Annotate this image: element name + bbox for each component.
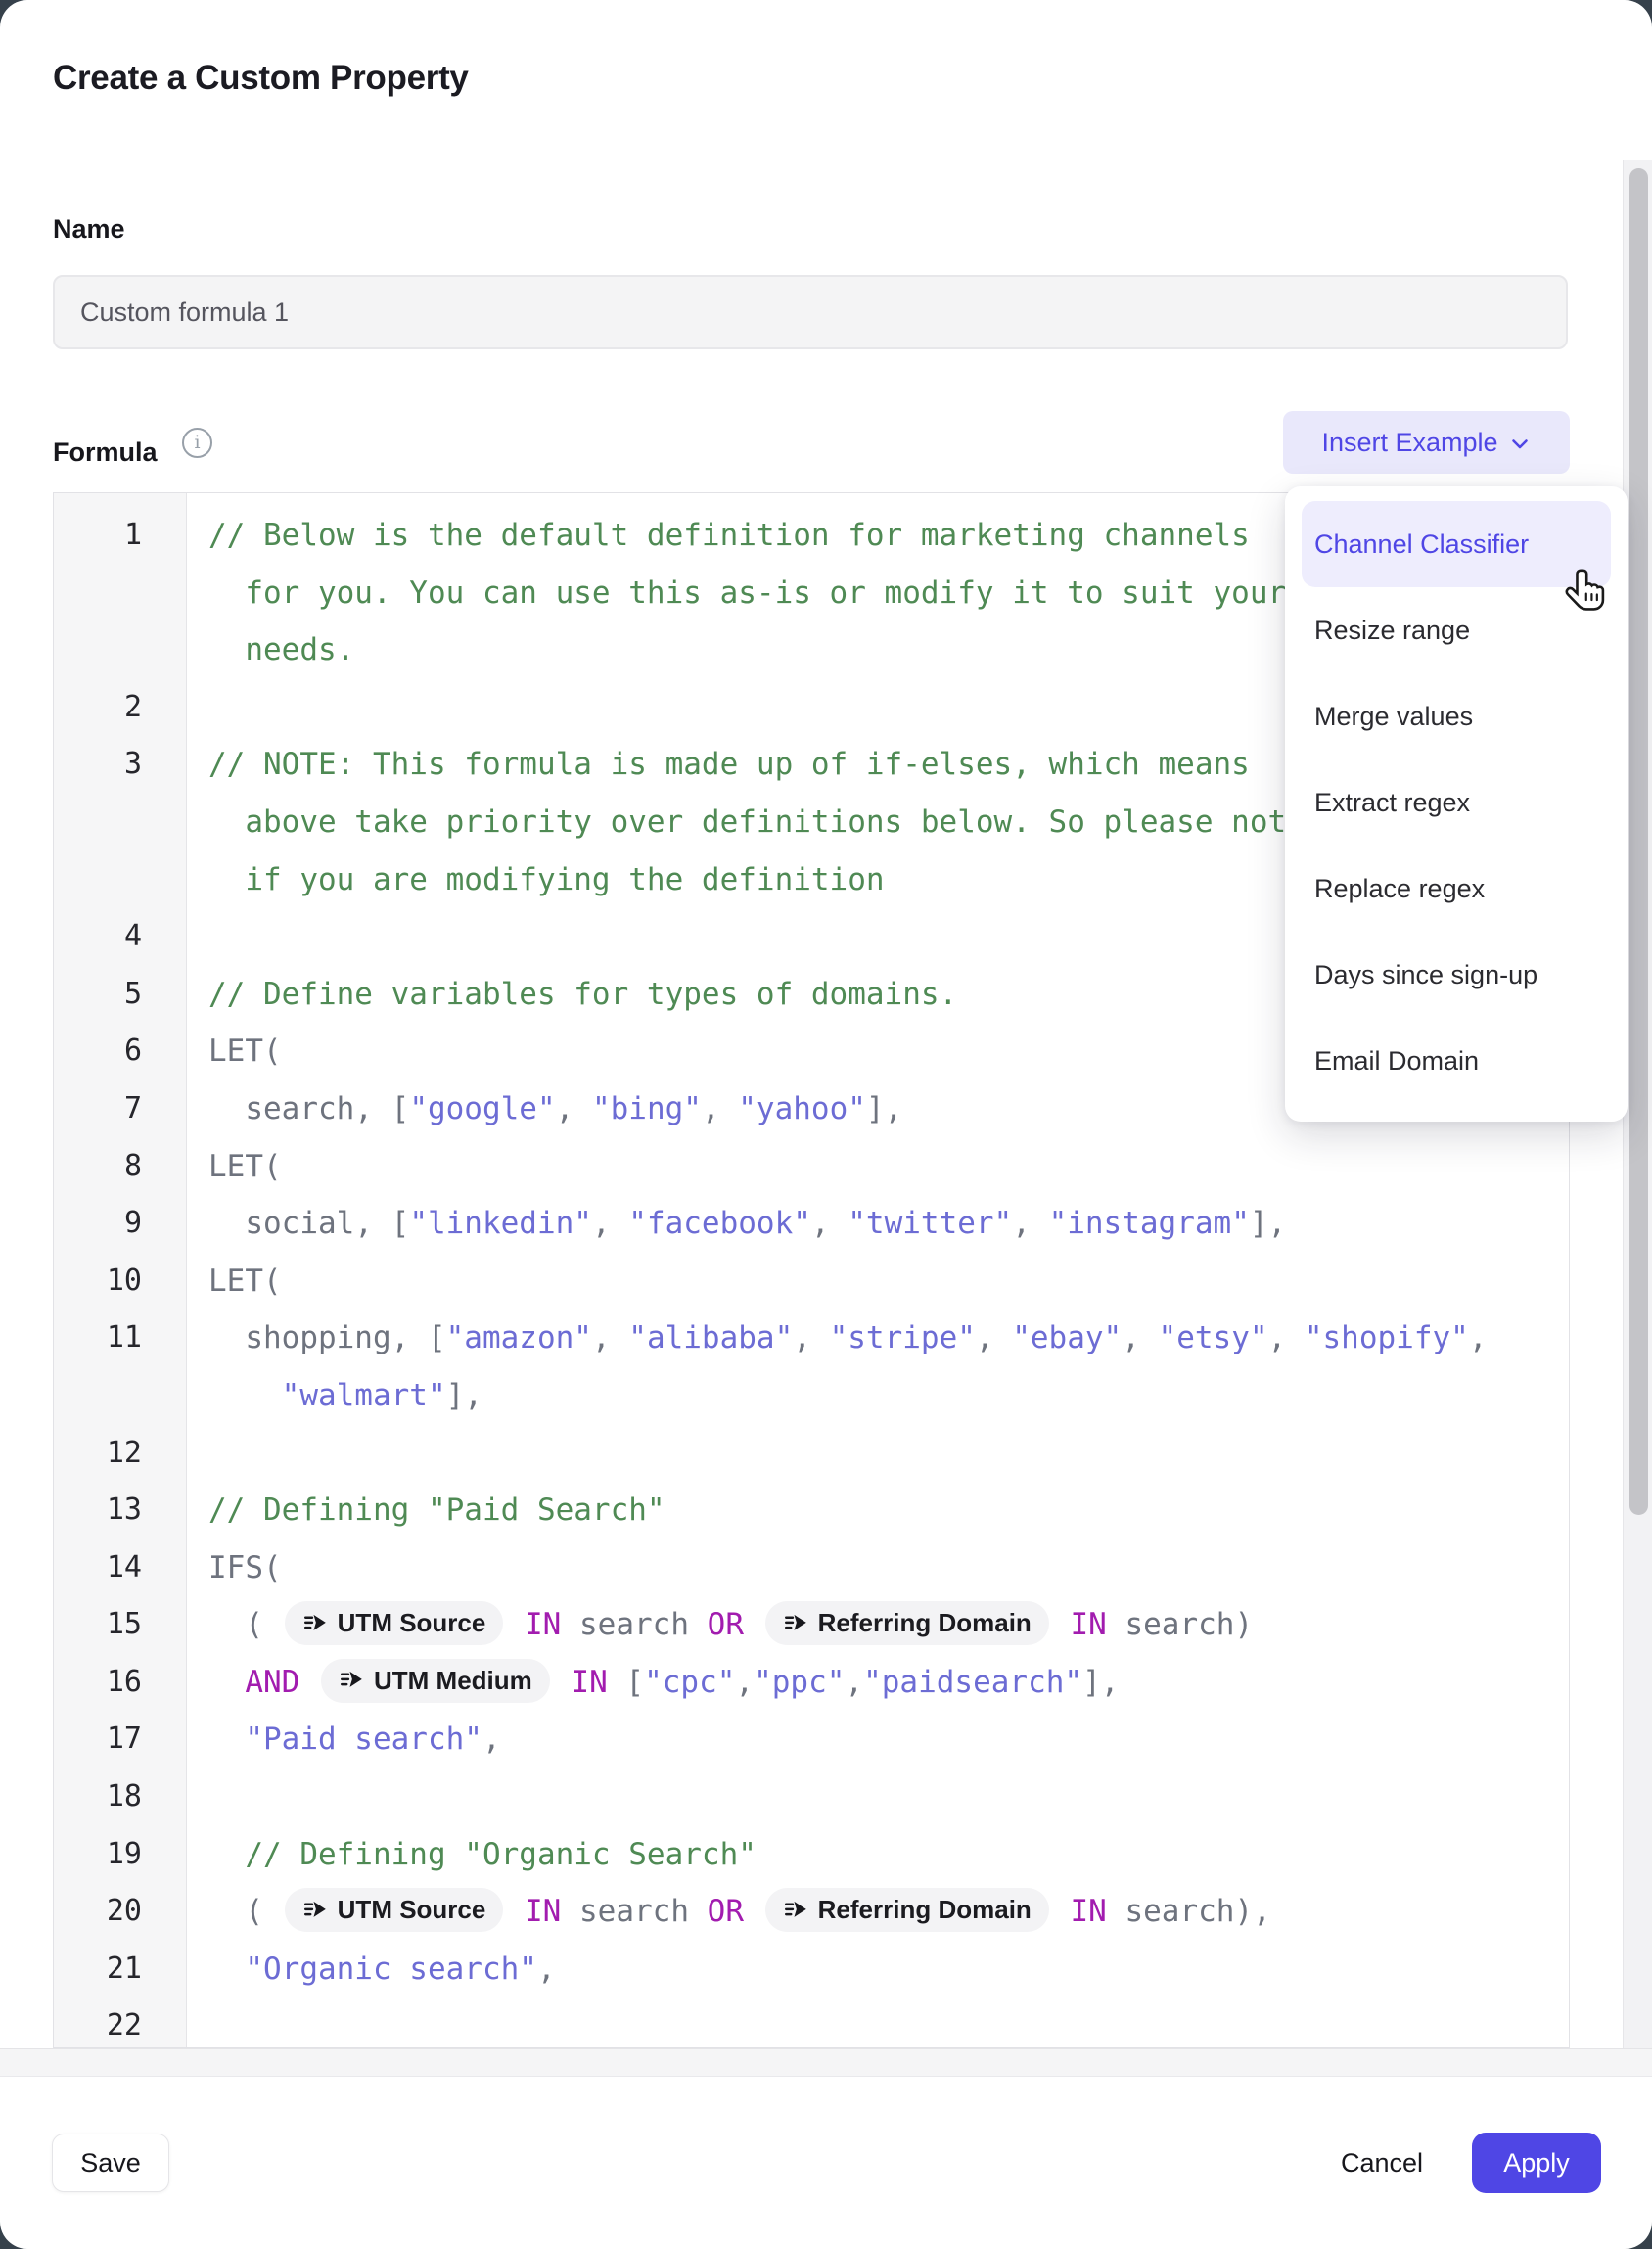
code-row: 22: [54, 1997, 1569, 2048]
line-number: [54, 565, 187, 622]
code-row: 10LET(: [54, 1253, 1569, 1310]
property-icon: [339, 1668, 364, 1693]
code-row: 8LET(: [54, 1138, 1569, 1196]
line-number: [54, 621, 187, 679]
line-number: 17: [54, 1711, 187, 1768]
property-icon: [302, 1898, 328, 1923]
code-line[interactable]: "Organic search",: [187, 1941, 1569, 1998]
info-icon[interactable]: i: [182, 428, 212, 458]
menu-item-channel-classifier[interactable]: Channel Classifier: [1302, 501, 1611, 587]
name-input[interactable]: [53, 275, 1568, 349]
code-line[interactable]: LET(: [187, 1138, 1569, 1196]
property-icon: [783, 1898, 808, 1923]
property-chip-label: Referring Domain: [818, 1883, 1032, 1939]
line-number: 4: [54, 908, 187, 966]
line-number: 8: [54, 1138, 187, 1196]
menu-item-extract-regex[interactable]: Extract regex: [1285, 759, 1628, 846]
code-row: 21 "Organic search",: [54, 1941, 1569, 1998]
insert-example-button[interactable]: Insert Example: [1283, 411, 1570, 474]
code-row: 13// Defining "Paid Search": [54, 1482, 1569, 1539]
line-number: 10: [54, 1253, 187, 1310]
code-line[interactable]: ( UTM Source IN search OR Referring Doma…: [187, 1596, 1569, 1654]
line-number: 15: [54, 1596, 187, 1654]
line-number: 19: [54, 1826, 187, 1884]
chevron-down-icon: [1508, 433, 1532, 456]
property-chip-label: UTM Source: [338, 1596, 486, 1652]
apply-button[interactable]: Apply: [1472, 2133, 1601, 2193]
property-chip[interactable]: Referring Domain: [765, 1601, 1049, 1645]
line-number: 1: [54, 507, 187, 565]
code-line[interactable]: // Defining "Paid Search": [187, 1482, 1569, 1539]
code-row: 14IFS(: [54, 1539, 1569, 1597]
code-row: 20 ( UTM Source IN search OR Referring D…: [54, 1883, 1569, 1941]
line-number: 13: [54, 1482, 187, 1539]
property-icon: [783, 1611, 808, 1636]
menu-item-email-domain[interactable]: Email Domain: [1285, 1018, 1628, 1104]
line-number: [54, 1367, 187, 1425]
code-line[interactable]: // Defining "Organic Search": [187, 1826, 1569, 1884]
line-number: 3: [54, 736, 187, 794]
code-line[interactable]: "Paid search",: [187, 1711, 1569, 1768]
line-number: 9: [54, 1195, 187, 1253]
code-line[interactable]: social, ["linkedin", "facebook", "twitte…: [187, 1195, 1569, 1253]
property-chip[interactable]: UTM Medium: [321, 1659, 550, 1703]
insert-example-label: Insert Example: [1321, 428, 1497, 458]
code-line[interactable]: LET(: [187, 1253, 1569, 1310]
property-chip-label: UTM Medium: [374, 1654, 532, 1710]
property-chip[interactable]: Referring Domain: [765, 1888, 1049, 1932]
code-line[interactable]: AND UTM Medium IN ["cpc","ppc","paidsear…: [187, 1654, 1569, 1712]
horizontal-scrollbar-track[interactable]: [0, 2048, 1652, 2077]
line-number: 11: [54, 1309, 187, 1367]
line-number: 22: [54, 1997, 187, 2048]
code-row: 9 social, ["linkedin", "facebook", "twit…: [54, 1195, 1569, 1253]
property-icon: [302, 1611, 328, 1636]
line-number: 20: [54, 1883, 187, 1941]
code-line[interactable]: [187, 1768, 1569, 1826]
property-chip[interactable]: UTM Source: [285, 1888, 504, 1932]
menu-item-days-since-sign-up[interactable]: Days since sign-up: [1285, 932, 1628, 1018]
code-row: "walmart"],: [54, 1367, 1569, 1425]
code-row: 19 // Defining "Organic Search": [54, 1826, 1569, 1884]
line-number: 6: [54, 1023, 187, 1080]
code-row: 15 ( UTM Source IN search OR Referring D…: [54, 1596, 1569, 1654]
line-number: 2: [54, 679, 187, 737]
code-line[interactable]: shopping, ["amazon", "alibaba", "stripe"…: [187, 1309, 1569, 1367]
name-label: Name: [53, 214, 125, 245]
cancel-button[interactable]: Cancel: [1318, 2134, 1446, 2192]
menu-item-merge-values[interactable]: Merge values: [1285, 673, 1628, 759]
code-row: 16 AND UTM Medium IN ["cpc","ppc","paids…: [54, 1654, 1569, 1712]
code-line[interactable]: ( UTM Source IN search OR Referring Doma…: [187, 1883, 1569, 1941]
formula-label: Formula: [53, 437, 158, 468]
line-number: [54, 794, 187, 851]
code-line[interactable]: "walmart"],: [187, 1367, 1569, 1425]
property-chip-label: Referring Domain: [818, 1596, 1032, 1652]
line-number: 16: [54, 1654, 187, 1712]
line-number: 18: [54, 1768, 187, 1826]
code-line[interactable]: IFS(: [187, 1539, 1569, 1597]
example-menu: Channel ClassifierResize rangeMerge valu…: [1285, 486, 1628, 1122]
line-number: [54, 851, 187, 909]
create-custom-property-dialog: Create a Custom Property Name Formula i …: [0, 0, 1652, 2249]
code-row: 18: [54, 1768, 1569, 1826]
code-row: 11 shopping, ["amazon", "alibaba", "stri…: [54, 1309, 1569, 1367]
line-number: 12: [54, 1425, 187, 1483]
line-number: 5: [54, 966, 187, 1024]
code-row: 17 "Paid search",: [54, 1711, 1569, 1768]
code-line[interactable]: [187, 1425, 1569, 1483]
property-chip[interactable]: UTM Source: [285, 1601, 504, 1645]
line-number: 21: [54, 1941, 187, 1998]
save-button[interactable]: Save: [52, 2134, 169, 2192]
code-row: 12: [54, 1425, 1569, 1483]
line-number: 14: [54, 1539, 187, 1597]
dialog-title: Create a Custom Property: [53, 59, 469, 98]
code-line[interactable]: [187, 1997, 1569, 2048]
scrollbar-thumb[interactable]: [1629, 168, 1648, 1515]
menu-item-resize-range[interactable]: Resize range: [1285, 587, 1628, 673]
menu-item-replace-regex[interactable]: Replace regex: [1285, 846, 1628, 932]
property-chip-label: UTM Source: [338, 1883, 486, 1939]
line-number: 7: [54, 1080, 187, 1138]
